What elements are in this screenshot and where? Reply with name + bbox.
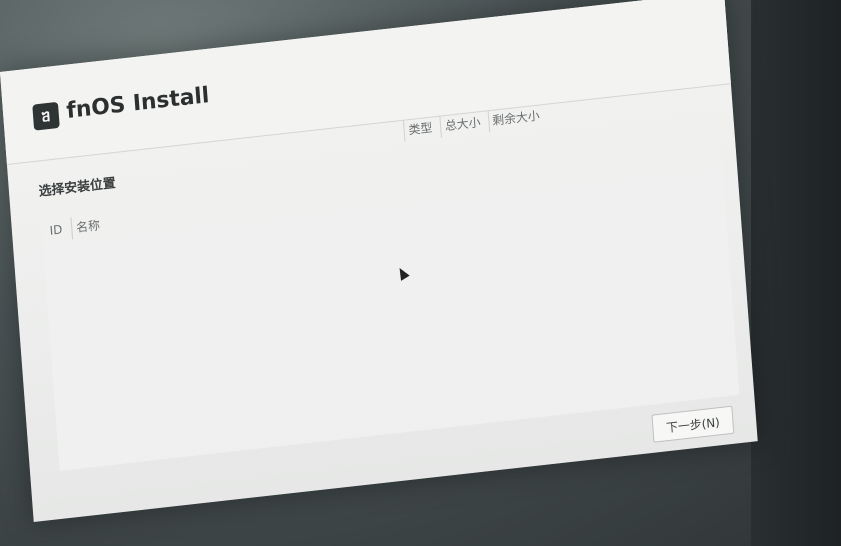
- installer-window: ᥑ fnOS Install 选择安装位置 ID 名称 类型 总大小 剩余大小 …: [0, 0, 758, 522]
- app-title: fnOS Install: [65, 83, 211, 124]
- disk-table[interactable]: ID 名称 类型 总大小 剩余大小: [39, 109, 740, 471]
- fnos-logo-icon: ᥑ: [32, 101, 60, 131]
- table-body[interactable]: [42, 168, 740, 471]
- monitor-bezel: [751, 0, 841, 546]
- column-total-size[interactable]: 总大小: [440, 110, 491, 138]
- next-button[interactable]: 下一步(N): [651, 405, 735, 443]
- column-type[interactable]: 类型: [402, 115, 442, 142]
- column-id[interactable]: ID: [44, 217, 74, 243]
